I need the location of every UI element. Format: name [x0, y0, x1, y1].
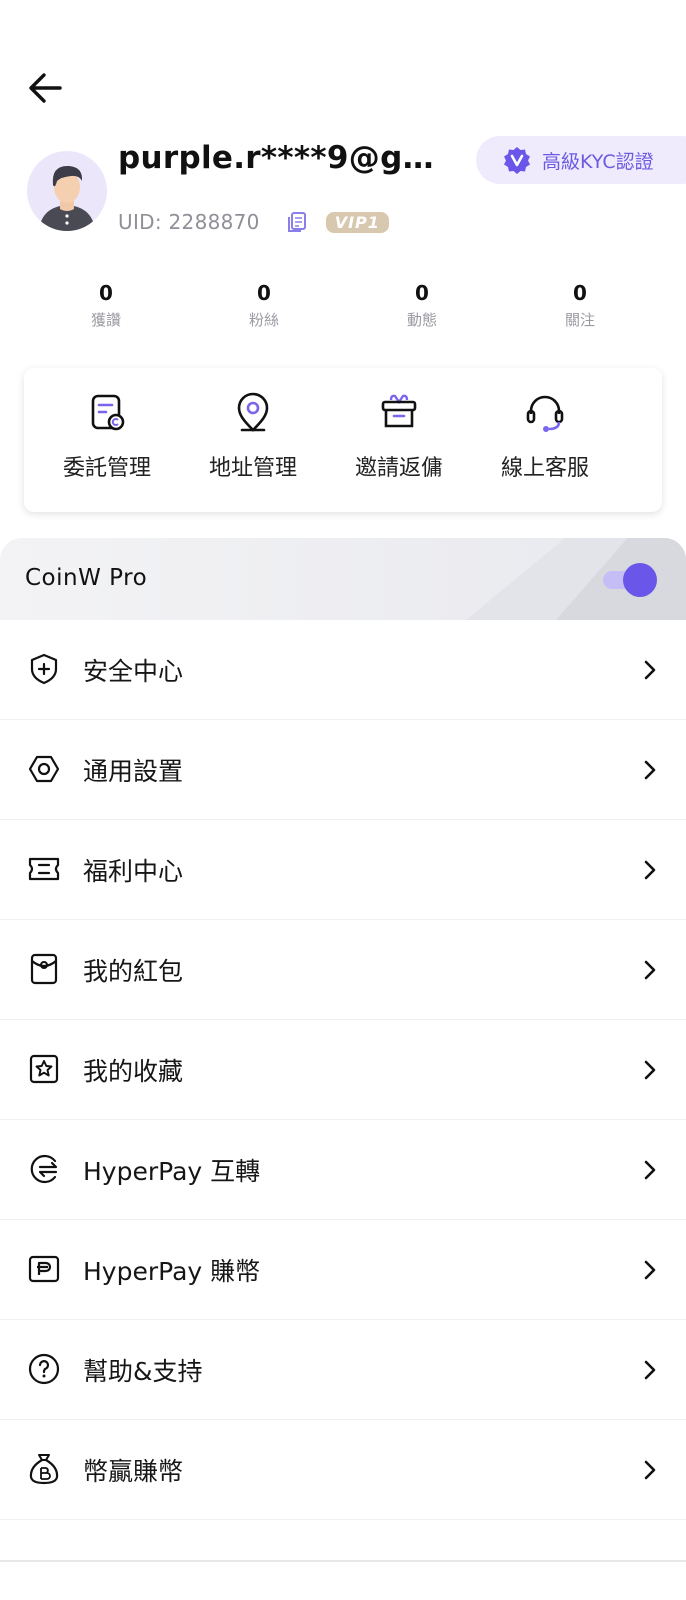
stat-label: 粉絲	[248, 311, 279, 329]
chevron-right-icon	[644, 1060, 656, 1080]
menu-item-red-packet[interactable]: 我的紅包	[0, 920, 686, 1020]
stat-likes[interactable]: 0 獲讚	[27, 278, 185, 332]
kyc-status-button[interactable]: 高級KYC認證	[476, 136, 686, 184]
menu-item-general-settings[interactable]: 通用設置	[0, 720, 686, 820]
menu-item-rewards[interactable]: 福利中心	[0, 820, 686, 920]
stat-following[interactable]: 0 關注	[501, 278, 659, 332]
username: purple.r****9@gmai...	[118, 140, 463, 176]
menu-item-label: HyperPay 賺幣	[83, 1256, 261, 1286]
help-circle-icon	[28, 1353, 60, 1385]
gift-box-icon	[381, 394, 417, 428]
menu-item-help-support[interactable]: 幫助&支持	[0, 1320, 686, 1420]
stat-label: 獲讚	[90, 311, 121, 329]
quick-action-address[interactable]: 地址管理	[180, 368, 326, 512]
menu-item-hyperpay-transfer[interactable]: HyperPay 互轉	[0, 1120, 686, 1220]
quick-action-label: 委託管理	[62, 456, 151, 481]
stat-label: 關注	[564, 311, 595, 329]
divider	[0, 1560, 686, 1562]
user-avatar-icon	[39, 165, 95, 231]
star-square-icon	[29, 1054, 59, 1084]
menu-item-label: 幣贏賺幣	[83, 1456, 184, 1486]
quick-action-orders[interactable]: 委託管理	[34, 368, 180, 512]
transfer-icon	[30, 1154, 58, 1184]
chevron-right-icon	[644, 960, 656, 980]
chevron-right-icon	[644, 760, 656, 780]
toggle-knob	[623, 563, 657, 597]
menu-item-label: 幫助&支持	[83, 1356, 203, 1386]
settings-menu: 安全中心 通用設置 福利中心 我的紅包 我的收藏 HyperPay 互轉 Hyp…	[0, 620, 686, 1520]
chevron-right-icon	[644, 1460, 656, 1480]
quick-actions-card: 委託管理 地址管理 邀請返傭 線上客服	[24, 368, 662, 512]
location-pin-icon	[237, 392, 269, 432]
chevron-right-icon	[644, 1360, 656, 1380]
quick-action-label: 線上客服	[500, 456, 589, 481]
menu-item-label: 通用設置	[83, 756, 184, 786]
hyperpay-earn-icon	[28, 1255, 60, 1283]
pro-mode-banner: CoinW Pro	[0, 538, 686, 620]
menu-item-coin-earn[interactable]: 幣贏賺幣	[0, 1420, 686, 1520]
menu-item-hyperpay-earn[interactable]: HyperPay 賺幣	[0, 1220, 686, 1320]
chevron-right-icon	[644, 860, 656, 880]
red-packet-icon	[30, 953, 58, 985]
pro-mode-label: CoinW Pro	[25, 565, 148, 591]
headset-icon	[526, 395, 564, 432]
menu-item-label: 我的紅包	[83, 956, 184, 986]
chevron-right-icon	[644, 1260, 656, 1280]
menu-item-label: HyperPay 互轉	[83, 1156, 261, 1186]
chevron-right-icon	[644, 660, 656, 680]
menu-item-label: 安全中心	[83, 656, 184, 686]
quick-action-invite[interactable]: 邀請返傭	[326, 368, 472, 512]
verified-badge-icon	[504, 147, 530, 174]
stat-value: 0	[99, 281, 113, 305]
uid-text: UID: 2288870	[118, 210, 260, 234]
copy-uid-button[interactable]	[282, 207, 312, 237]
menu-item-label: 我的收藏	[83, 1056, 184, 1086]
stat-label: 動態	[406, 311, 437, 329]
quick-action-support[interactable]: 線上客服	[472, 368, 618, 512]
stat-posts[interactable]: 0 動態	[343, 278, 501, 332]
stat-followers[interactable]: 0 粉絲	[185, 278, 343, 332]
copy-icon	[287, 212, 306, 232]
chevron-right-icon	[644, 1160, 656, 1180]
menu-item-security[interactable]: 安全中心	[0, 620, 686, 720]
menu-item-label: 福利中心	[83, 856, 184, 886]
order-document-icon	[91, 394, 125, 431]
stat-value: 0	[573, 281, 587, 305]
pro-mode-toggle[interactable]	[603, 563, 657, 597]
avatar[interactable]	[27, 151, 107, 231]
vip-badge: VIP1	[325, 211, 389, 233]
money-bag-icon	[29, 1454, 59, 1485]
stat-value: 0	[257, 281, 271, 305]
quick-action-label: 地址管理	[208, 456, 297, 481]
quick-action-label: 邀請返傭	[354, 456, 443, 481]
shield-icon	[30, 653, 58, 685]
back-button[interactable]	[26, 68, 66, 108]
menu-item-favorites[interactable]: 我的收藏	[0, 1020, 686, 1120]
kyc-label: 高級KYC認證	[542, 150, 654, 173]
profile-stats: 0 獲讚 0 粉絲 0 動態 0 關注	[27, 278, 659, 332]
arrow-left-icon	[29, 73, 62, 103]
hexagon-settings-icon	[28, 755, 60, 783]
ticket-icon	[28, 857, 60, 881]
stat-value: 0	[415, 281, 429, 305]
